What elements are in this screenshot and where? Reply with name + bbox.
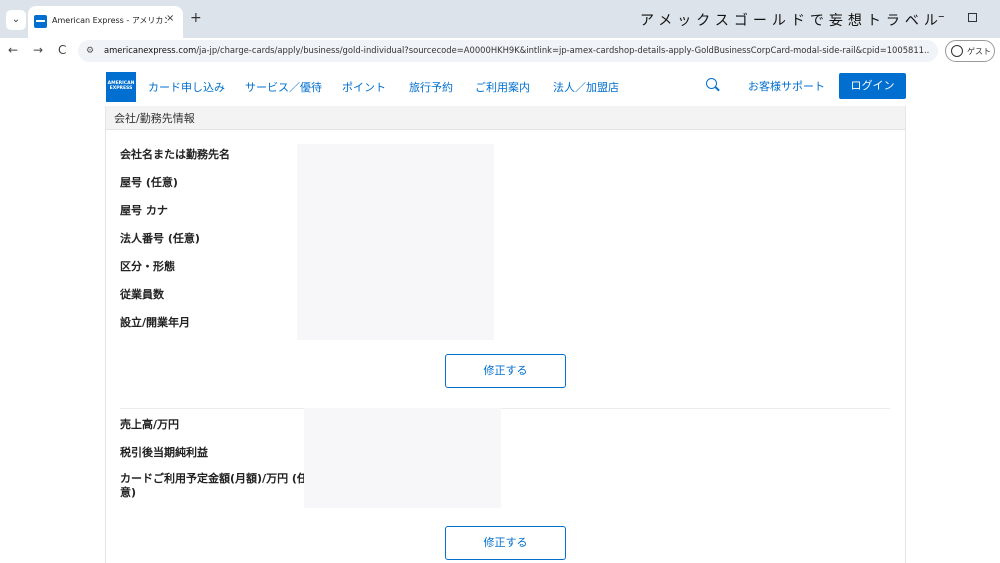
masked-values-block-2 <box>304 408 501 508</box>
nav-travel[interactable]: 旅行予約 <box>409 79 453 95</box>
minimize-button[interactable]: – <box>938 9 945 24</box>
maximize-button[interactable] <box>968 13 977 22</box>
nav-usage-guide[interactable]: ご利用案内 <box>475 79 530 95</box>
url-domain: americanexpress.com <box>104 45 197 55</box>
site-header: AMERICAN EXPRESS カード申し込み サービス／優待 ポイント 旅行予… <box>0 64 1000 106</box>
url-path: /ja-jp/charge-cards/apply/business/gold-… <box>196 45 930 55</box>
tab-search-chevron-icon[interactable]: ⌄ <box>6 10 26 30</box>
browser-toolbar: ← → C ⚙ americanexpress.com/ja-jp/charge… <box>0 38 1000 64</box>
nav-services[interactable]: サービス／優待 <box>245 79 322 95</box>
tab-title: American Express - アメリカン･エ <box>52 16 167 25</box>
site-info-icon[interactable]: ⚙ <box>86 45 98 57</box>
logo-line-2: EXPRESS <box>109 86 133 91</box>
field-label-corporate-number: 法人番号 (任意) <box>120 232 200 245</box>
field-label-established: 設立/開業年月 <box>120 316 191 329</box>
browser-tab-bar: ⌄ American Express - アメリカン･エ × + アメックスゴー… <box>0 0 1000 38</box>
nav-points[interactable]: ポイント <box>342 79 386 95</box>
field-label-category: 区分・形態 <box>120 260 175 273</box>
masked-values-block <box>297 144 494 340</box>
field-label-employees: 従業員数 <box>120 288 164 301</box>
nav-corporate[interactable]: 法人／加盟店 <box>553 79 619 95</box>
company-info-panel: 会社/勤務先情報 会社名または勤務先名 屋号 (任意) 屋号 カナ 法人番号 (… <box>105 106 906 563</box>
profile-icon <box>951 45 963 57</box>
edit-button-finance[interactable]: 修正する <box>445 526 566 560</box>
back-button[interactable]: ← <box>8 42 18 58</box>
nav-card-application[interactable]: カード申し込み <box>148 79 225 95</box>
guest-profile-button[interactable]: ゲスト <box>945 40 995 62</box>
reload-button[interactable]: C <box>58 42 66 58</box>
login-button[interactable]: ログイン <box>839 73 906 99</box>
field-label-net-income: 税引後当期純利益 <box>120 446 208 459</box>
address-bar[interactable]: ⚙ americanexpress.com/ja-jp/charge-cards… <box>78 40 938 62</box>
browser-tab[interactable]: American Express - アメリカン･エ × <box>28 6 183 38</box>
search-icon[interactable] <box>706 78 717 89</box>
field-label-sales: 売上高/万円 <box>120 418 180 431</box>
field-label-trade-name: 屋号 (任意) <box>120 176 178 189</box>
section-header: 会社/勤務先情報 <box>106 106 905 130</box>
customer-support-link[interactable]: お客様サポート <box>748 78 825 94</box>
amex-logo[interactable]: AMERICAN EXPRESS <box>106 72 136 102</box>
guest-label: ゲスト <box>967 47 991 56</box>
edit-button-company[interactable]: 修正する <box>445 354 566 388</box>
amex-favicon-icon <box>34 15 47 28</box>
window-title: アメックスゴールドで妄想トラベル <box>640 13 943 29</box>
url-text[interactable]: americanexpress.com/ja-jp/charge-cards/a… <box>104 45 930 55</box>
field-label-card-usage: カードご利用予定金額(月額)/万円 (任意) <box>120 472 308 499</box>
tab-close-icon[interactable]: × <box>166 13 174 24</box>
divider <box>120 408 890 409</box>
section-title: 会社/勤務先情報 <box>114 112 195 125</box>
field-label-trade-name-kana: 屋号 カナ <box>120 204 168 217</box>
forward-button[interactable]: → <box>33 42 43 58</box>
field-label-company-name: 会社名または勤務先名 <box>120 148 230 161</box>
new-tab-button[interactable]: + <box>190 11 202 25</box>
